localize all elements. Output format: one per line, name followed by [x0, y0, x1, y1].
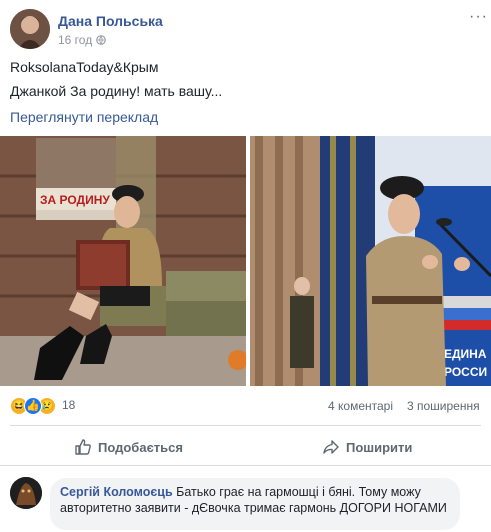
comment-bubble: Сергій Коломоєць Батько грає на гармошці…	[50, 478, 460, 530]
commenter-avatar[interactable]	[10, 477, 42, 509]
post-text-line2: Джанкой За родину! мать вашу...	[10, 83, 223, 99]
share-button-label: Поширити	[346, 439, 413, 455]
post-photos[interactable]: ЗА РОДИНУ ЕДИНА РОССИ	[0, 136, 491, 386]
banner-text-1: ЕДИНА	[444, 347, 487, 361]
author-avatar[interactable]	[10, 9, 50, 49]
shares-count[interactable]: 3 поширення	[407, 399, 480, 413]
divider	[0, 465, 491, 466]
comments-count[interactable]: 4 коментарі	[328, 399, 393, 413]
thumbs-up-icon	[75, 439, 91, 455]
poster-text: ЗА РОДИНУ	[40, 193, 110, 207]
photo-right[interactable]: ЕДИНА РОССИ	[250, 136, 491, 386]
globe-icon	[96, 35, 106, 45]
like-reaction-icon: 👍	[24, 397, 42, 415]
share-button[interactable]: Поширити	[322, 437, 412, 457]
share-arrow-icon	[323, 440, 339, 454]
see-translation-link[interactable]: Переглянути переклад	[10, 109, 158, 125]
more-options-icon[interactable]: ···	[469, 8, 488, 26]
photo-left[interactable]: ЗА РОДИНУ	[0, 136, 248, 386]
comment-author[interactable]: Сергій Коломоєць	[60, 485, 173, 499]
author-name[interactable]: Дана Польська	[58, 13, 163, 29]
post-text-line1: RoksolanaToday&Крым	[10, 59, 159, 75]
banner-text-2: РОССИ	[444, 365, 487, 379]
divider	[10, 425, 481, 426]
reaction-count[interactable]: 18	[62, 398, 75, 412]
post-time[interactable]: 16 год	[58, 33, 92, 47]
like-button-label: Подобається	[98, 439, 183, 455]
like-button[interactable]: Подобається	[74, 437, 183, 457]
